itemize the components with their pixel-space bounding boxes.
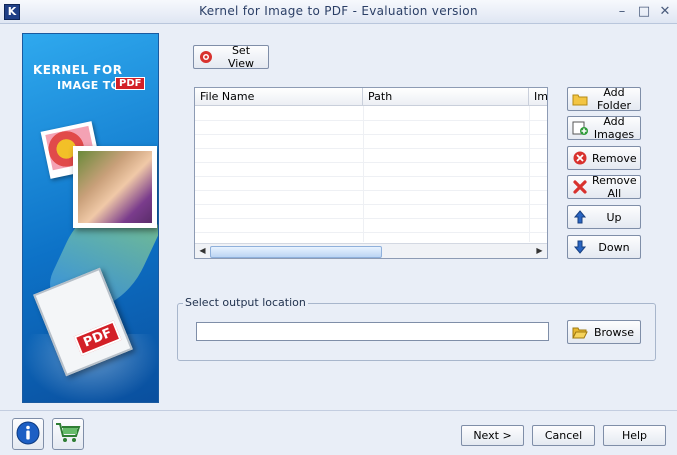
remove-all-button[interactable]: Remove All xyxy=(567,174,641,200)
arrow-down-icon xyxy=(572,239,588,255)
output-path-input[interactable] xyxy=(196,322,549,341)
remove-all-icon xyxy=(572,179,588,195)
buy-button[interactable] xyxy=(52,418,84,450)
cart-icon xyxy=(55,421,81,448)
table-row xyxy=(195,218,547,233)
add-images-label: Add Images xyxy=(593,115,635,141)
add-image-icon xyxy=(572,120,588,136)
table-row xyxy=(195,190,547,205)
maximize-button[interactable]: □ xyxy=(634,3,654,20)
brand-name: KERNEL FOR xyxy=(33,63,123,77)
table-header: File Name Path Ima xyxy=(195,88,547,106)
table-row xyxy=(195,204,547,219)
remove-button[interactable]: Remove xyxy=(567,146,641,170)
arrow-up-icon xyxy=(572,209,588,225)
table-row xyxy=(195,106,547,121)
cancel-label: Cancel xyxy=(544,429,583,442)
next-label: Next > xyxy=(473,429,512,442)
up-button[interactable]: Up xyxy=(567,205,641,229)
cancel-button[interactable]: Cancel xyxy=(532,425,595,446)
browse-button[interactable]: Browse xyxy=(567,320,641,344)
file-list-table[interactable]: File Name Path Ima ◀ ▶ xyxy=(194,87,548,259)
set-view-label: Set View xyxy=(227,44,255,70)
add-folder-button[interactable]: Add Folder xyxy=(567,86,641,112)
gear-icon xyxy=(198,49,214,65)
scroll-right-icon[interactable]: ▶ xyxy=(533,245,546,257)
close-button[interactable]: ✕ xyxy=(655,3,675,20)
output-location-label: Select output location xyxy=(183,296,308,309)
down-button[interactable]: Down xyxy=(567,235,641,259)
product-banner: KERNEL FOR IMAGE TO PDF PDF xyxy=(22,33,159,403)
up-label: Up xyxy=(606,210,622,224)
table-row xyxy=(195,162,547,177)
browse-label: Browse xyxy=(593,325,635,339)
column-header-path[interactable]: Path xyxy=(363,88,529,106)
minimize-button[interactable]: – xyxy=(612,3,632,20)
info-button[interactable] xyxy=(12,418,44,450)
down-label: Down xyxy=(598,240,630,254)
help-button[interactable]: Help xyxy=(603,425,666,446)
table-row xyxy=(195,134,547,149)
remove-icon xyxy=(572,150,588,166)
table-row xyxy=(195,148,547,163)
remove-label: Remove xyxy=(592,151,637,165)
folder-icon xyxy=(572,91,588,107)
next-button[interactable]: Next > xyxy=(461,425,524,446)
add-images-button[interactable]: Add Images xyxy=(567,115,641,141)
footer-divider xyxy=(0,410,677,411)
scroll-left-icon[interactable]: ◀ xyxy=(196,245,209,257)
column-header-file-name[interactable]: File Name xyxy=(195,88,363,106)
open-folder-icon xyxy=(572,324,588,340)
column-header-image[interactable]: Ima xyxy=(529,88,547,106)
add-folder-label: Add Folder xyxy=(597,86,631,112)
table-row xyxy=(195,176,547,191)
pdf-document-tag: PDF xyxy=(73,320,122,356)
table-row xyxy=(195,120,547,135)
brand-pdf-badge: PDF xyxy=(115,77,146,90)
horizontal-scrollbar[interactable]: ◀ ▶ xyxy=(195,243,547,258)
help-label: Help xyxy=(621,429,648,442)
set-view-button[interactable]: Set View xyxy=(193,44,269,70)
brand-subtitle: IMAGE TO xyxy=(57,79,121,92)
window-title: Kernel for Image to PDF - Evaluation ver… xyxy=(199,4,478,18)
remove-all-label: Remove All xyxy=(592,174,637,200)
child-photo-image xyxy=(73,146,157,228)
info-icon xyxy=(16,421,40,448)
scrollbar-thumb[interactable] xyxy=(210,246,382,258)
